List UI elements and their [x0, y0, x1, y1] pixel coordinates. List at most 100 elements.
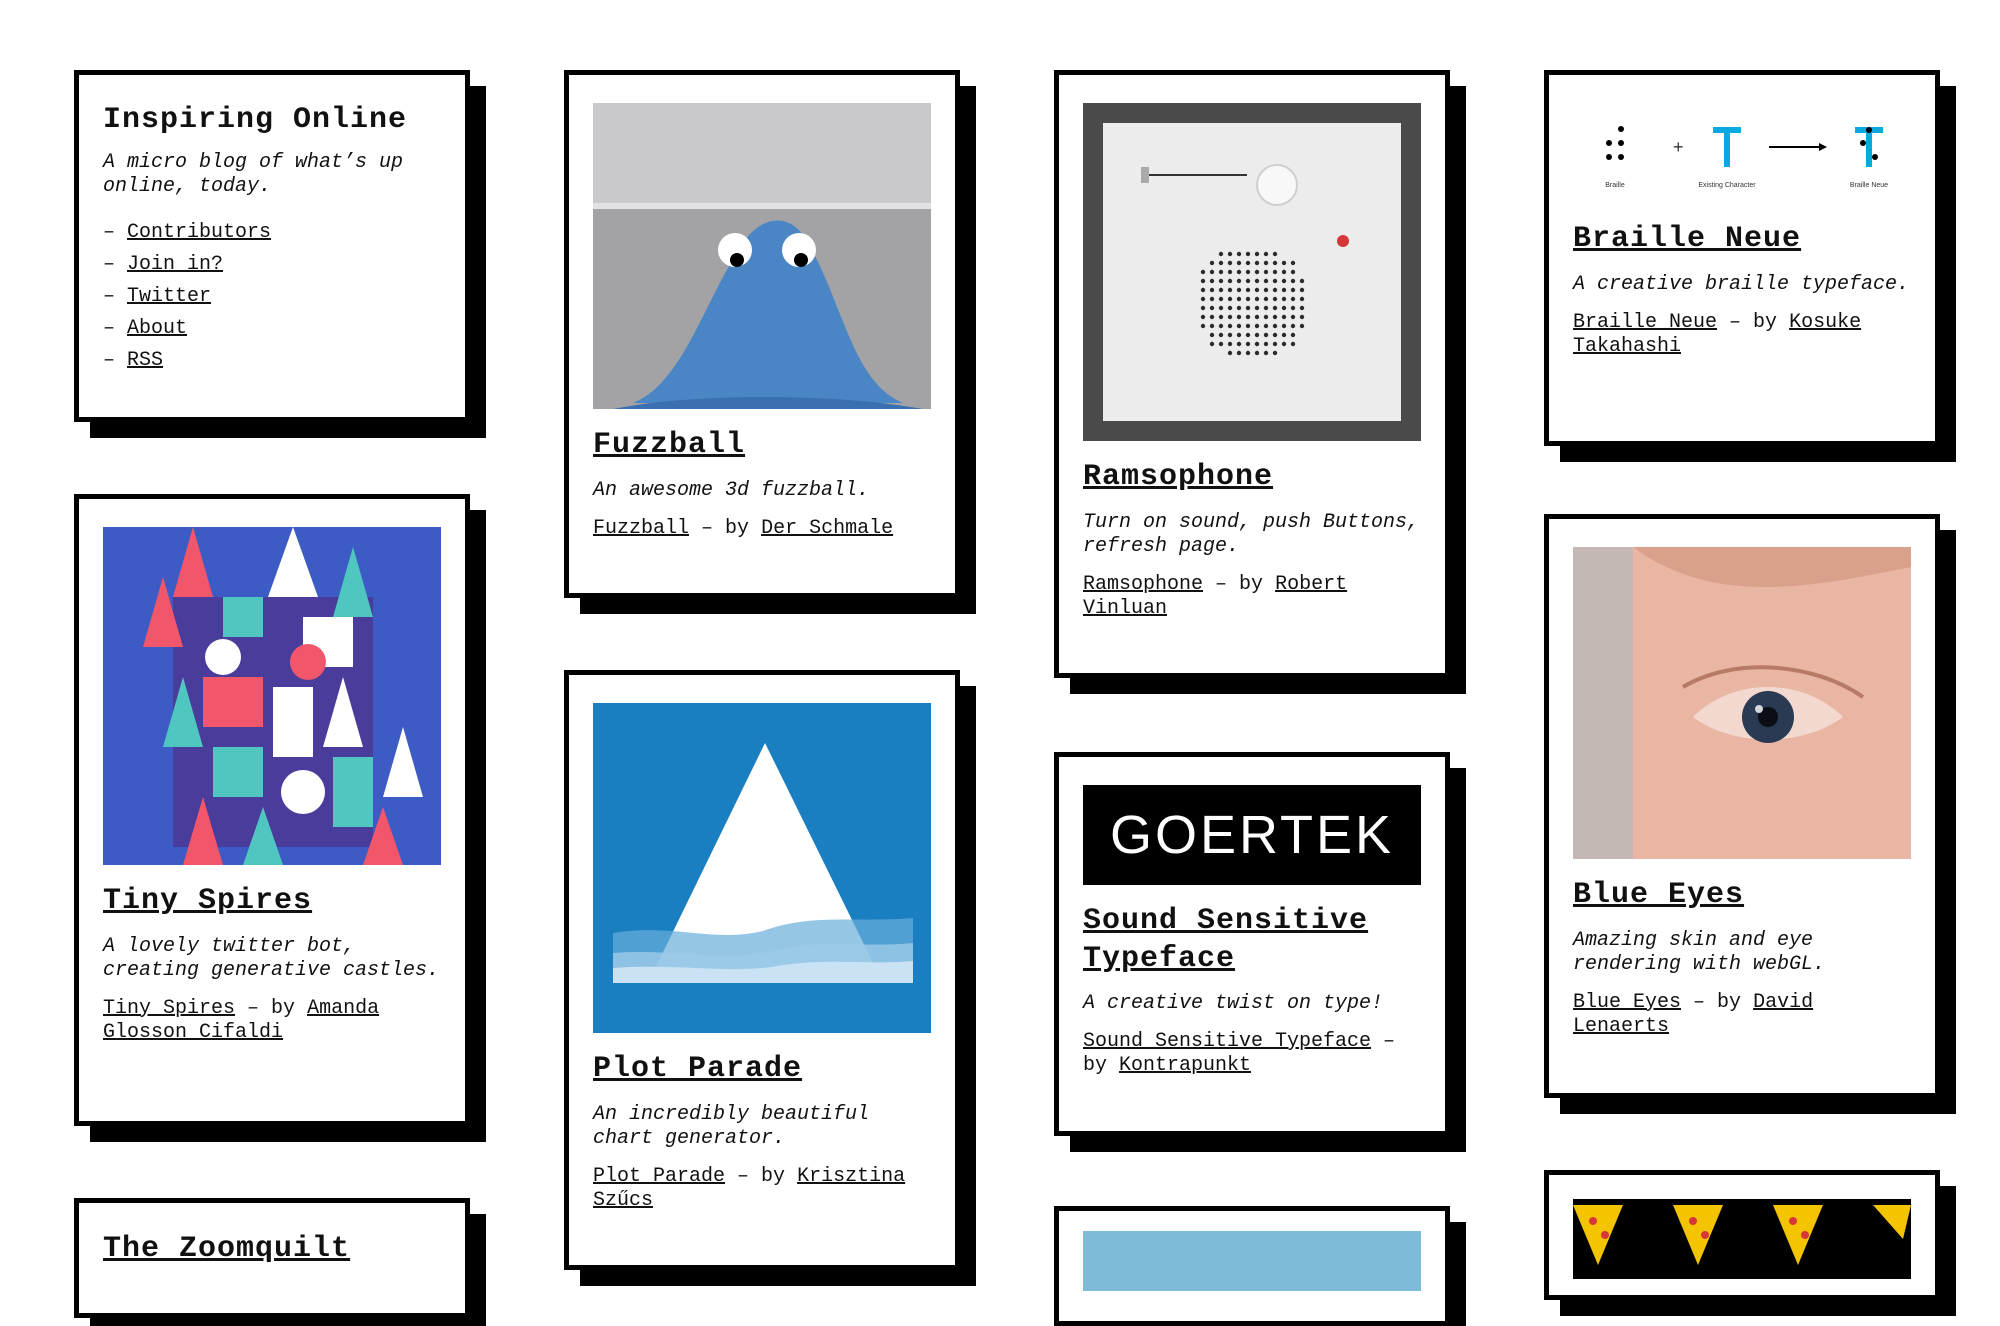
- speaker-hole: [1245, 287, 1251, 293]
- fuzzball-author[interactable]: Der Schmale: [761, 517, 893, 540]
- speaker-hole: [1272, 350, 1278, 356]
- tiny-spires-by: by: [271, 996, 296, 1020]
- sound-typeface-link[interactable]: Sound Sensitive Typeface: [1083, 1030, 1371, 1053]
- speaker-hole: [1218, 278, 1224, 284]
- tiny-spires-link[interactable]: Tiny Spires: [103, 997, 235, 1020]
- post-title-braille-neue: Braille Neue: [1573, 221, 1911, 259]
- speaker-hole: [1281, 269, 1287, 275]
- braille-neue-thumbnail[interactable]: + Braille Existing Character Braille Neu…: [1573, 103, 1911, 203]
- nav-contributors: Contributors: [103, 217, 441, 249]
- nav-link-contributors[interactable]: Contributors: [127, 221, 271, 244]
- braille-neue-title-link[interactable]: Braille Neue: [1573, 222, 1801, 256]
- blue-eyes-link[interactable]: Blue Eyes: [1573, 991, 1681, 1014]
- fuzzball-link[interactable]: Fuzzball: [593, 517, 689, 540]
- post-title-zoomquilt: The Zoomquilt: [103, 1231, 441, 1269]
- speaker-hole: [1236, 278, 1242, 284]
- speaker-hole: [1227, 269, 1233, 275]
- fuzzball-thumbnail[interactable]: [593, 103, 931, 409]
- speaker-hole: [1263, 269, 1269, 275]
- nav-link-join[interactable]: Join in?: [127, 253, 223, 276]
- speaker-hole: [1227, 350, 1233, 356]
- speaker-hole: [1200, 296, 1206, 302]
- speaker-hole: [1209, 269, 1215, 275]
- blue-eyes-by: by: [1717, 990, 1742, 1014]
- sound-typeface-author[interactable]: Kontrapunkt: [1119, 1054, 1251, 1077]
- speaker-hole: [1263, 251, 1269, 257]
- speaker-hole: [1245, 314, 1251, 320]
- speaker-hole: [1272, 314, 1278, 320]
- speaker-hole: [1281, 314, 1287, 320]
- speaker-hole: [1236, 269, 1242, 275]
- speaker-hole: [1245, 323, 1251, 329]
- speaker-hole: [1236, 350, 1242, 356]
- speaker-hole: [1218, 314, 1224, 320]
- speaker-hole: [1263, 323, 1269, 329]
- ramsophone-link[interactable]: Ramsophone: [1083, 573, 1203, 596]
- sound-typeface-title-link[interactable]: Sound Sensitive Typeface: [1083, 904, 1368, 976]
- nav-link-about[interactable]: About: [127, 317, 187, 340]
- sound-typeface-thumbnail[interactable]: GOERTEK: [1083, 785, 1421, 885]
- speaker-hole: [1263, 287, 1269, 293]
- tiny-spires-image: [103, 527, 441, 865]
- speaker-hole: [1218, 260, 1224, 266]
- post-title-plot-parade: Plot Parade: [593, 1051, 931, 1089]
- nav-link-twitter[interactable]: Twitter: [127, 285, 211, 308]
- blue-eyes-title-link[interactable]: Blue Eyes: [1573, 878, 1744, 912]
- post-card-partial-col4: [1544, 1170, 1940, 1300]
- nav-join: Join in?: [103, 249, 441, 281]
- sound-typeface-by: by: [1083, 1054, 1108, 1077]
- nav-rss: RSS: [103, 345, 441, 377]
- plot-parade-link[interactable]: Plot Parade: [593, 1165, 725, 1188]
- speaker-hole: [1227, 323, 1233, 329]
- speaker-hole: [1281, 278, 1287, 284]
- ramsophone-thumbnail[interactable]: [1083, 103, 1421, 441]
- speaker-hole: [1299, 314, 1305, 320]
- braille-neue-link[interactable]: Braille Neue: [1573, 311, 1717, 334]
- nav-link-rss[interactable]: RSS: [127, 349, 163, 372]
- speaker-hole: [1290, 341, 1296, 347]
- plot-parade-thumbnail[interactable]: [593, 703, 931, 1033]
- speaker-hole: [1245, 332, 1251, 338]
- speaker-hole: [1200, 278, 1206, 284]
- speaker-hole: [1254, 287, 1260, 293]
- speaker-hole: [1218, 305, 1224, 311]
- tiny-spires-title-link[interactable]: Tiny Spires: [103, 884, 312, 918]
- speaker-hole: [1218, 296, 1224, 302]
- tiny-spires-credit: Tiny Spires – by Amanda Glosson Cifaldi: [103, 996, 380, 1044]
- speaker-hole: [1272, 260, 1278, 266]
- speaker-hole: [1245, 278, 1251, 284]
- speaker-hole: [1245, 350, 1251, 356]
- post-title-tiny-spires: Tiny Spires: [103, 883, 441, 921]
- speaker-hole: [1290, 287, 1296, 293]
- speaker-hole: [1200, 314, 1206, 320]
- speaker-hole: [1299, 287, 1305, 293]
- speaker-hole: [1245, 269, 1251, 275]
- braille-neue-credit: Braille Neue – by Kosuke Takahashi: [1573, 310, 1862, 358]
- speaker-hole: [1263, 332, 1269, 338]
- plot-parade-title-link[interactable]: Plot Parade: [593, 1052, 802, 1086]
- speaker-hole: [1281, 332, 1287, 338]
- ramsophone-title-link[interactable]: Ramsophone: [1083, 460, 1273, 494]
- partial-col3-thumbnail[interactable]: [1083, 1231, 1421, 1291]
- speaker-hole: [1200, 323, 1206, 329]
- speaker-hole: [1299, 296, 1305, 302]
- speaker-hole: [1281, 323, 1287, 329]
- fuzzball-title-link[interactable]: Fuzzball: [593, 428, 745, 462]
- partial-col4-thumbnail[interactable]: [1573, 1199, 1911, 1279]
- zoomquilt-title-link[interactable]: The Zoomquilt: [103, 1232, 350, 1266]
- speaker-hole: [1281, 341, 1287, 347]
- speaker-hole: [1209, 260, 1215, 266]
- speaker-hole: [1299, 305, 1305, 311]
- speaker-hole: [1236, 287, 1242, 293]
- blue-eyes-thumbnail[interactable]: [1573, 547, 1911, 859]
- fuzzball-desc: An awesome 3d fuzzball.: [593, 478, 870, 502]
- speaker-hole: [1263, 314, 1269, 320]
- speaker-hole: [1227, 278, 1233, 284]
- braille-neue-image: + Braille Existing Character Braille Neu…: [1605, 126, 1888, 189]
- speaker-hole: [1218, 341, 1224, 347]
- speaker-hole: [1236, 260, 1242, 266]
- plot-parade-image: [593, 703, 931, 1033]
- speaker-hole: [1200, 269, 1206, 275]
- tiny-spires-thumbnail[interactable]: [103, 527, 441, 865]
- nav-about: About: [103, 313, 441, 345]
